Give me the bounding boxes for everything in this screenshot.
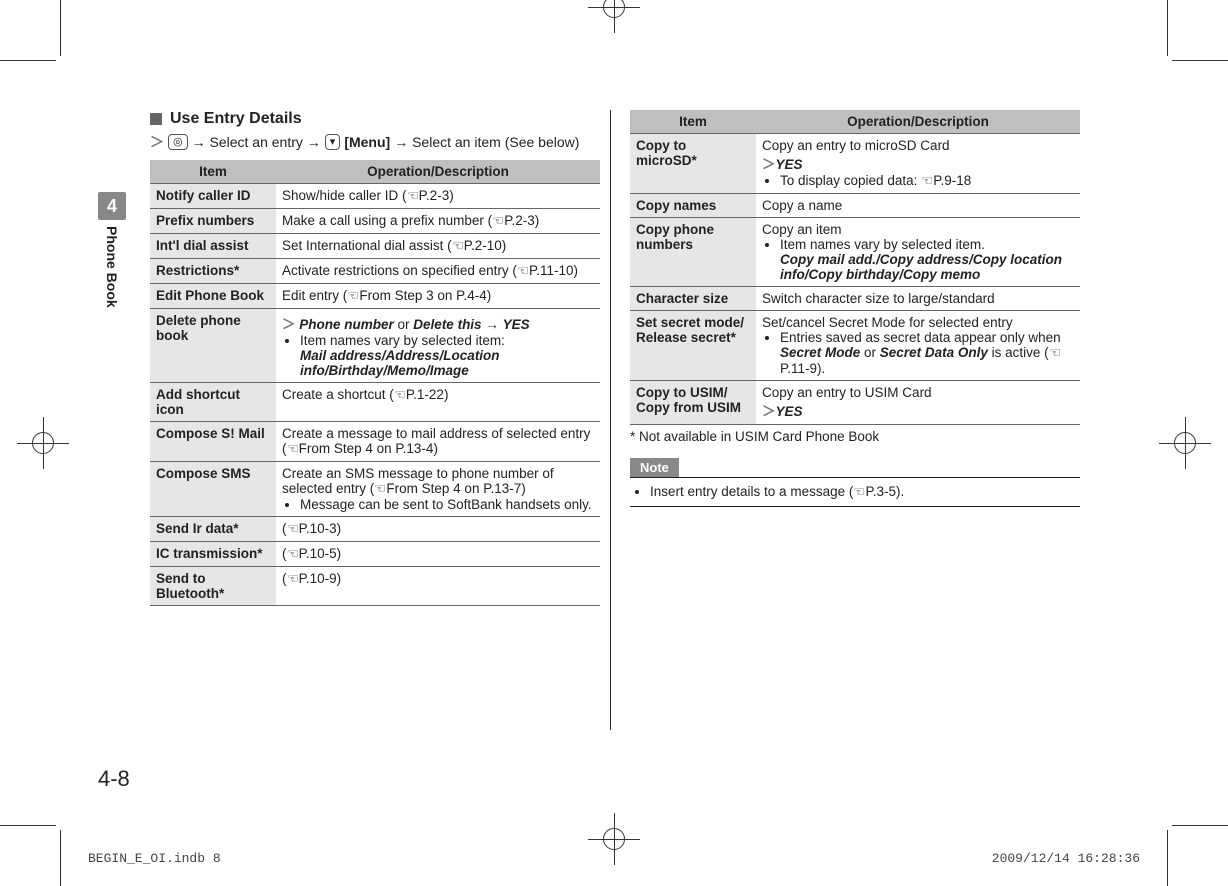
desc-cell: Copy an entry to microSD Card ＞YES To di…	[756, 134, 1080, 194]
table-row: Send Ir data*(☞P.10-3)	[150, 517, 600, 542]
table-row: Copy to USIM/ Copy from USIM Copy an ent…	[630, 381, 1080, 425]
pointer-icon: ☞	[517, 263, 529, 279]
nav-text: → Select an entry →	[192, 134, 321, 150]
desc-cell: Make a call using a prefix number (☞P.2-…	[276, 209, 600, 234]
item-cell: Copy phone numbers	[630, 218, 756, 287]
desc-cell: (☞P.10-9)	[276, 567, 600, 606]
item-cell: Int'l dial assist	[150, 234, 276, 259]
desc-cell: Copy an entry to USIM Card ＞YES	[756, 381, 1080, 425]
desc-cell: (☞P.10-5)	[276, 542, 600, 567]
pointer-icon: ☞	[1049, 345, 1061, 361]
item-cell: Set secret mode/ Release secret*	[630, 311, 756, 381]
pointer-icon: ☞	[287, 441, 299, 457]
table-row: Restrictions*Activate restrictions on sp…	[150, 259, 600, 284]
desc-cell: ＞ Phone number or Delete this → YES Item…	[276, 309, 600, 383]
note-label: Note	[630, 458, 679, 477]
table-row: Character size Switch character size to …	[630, 287, 1080, 311]
desc-cell: Set/cancel Secret Mode for selected entr…	[756, 311, 1080, 381]
desc-cell: Activate restrictions on specified entry…	[276, 259, 600, 284]
table-row: Notify caller IDShow/hide caller ID (☞P.…	[150, 184, 600, 209]
table-row: IC transmission*(☞P.10-5)	[150, 542, 600, 567]
desc-cell: Show/hide caller ID (☞P.2-3)	[276, 184, 600, 209]
item-cell: Copy names	[630, 194, 756, 218]
table-row: Compose S! Mail Create a message to mail…	[150, 422, 600, 462]
item-cell: Character size	[630, 287, 756, 311]
table-row: Edit Phone BookEdit entry (☞From Step 3 …	[150, 284, 600, 309]
pointer-icon: ☞	[347, 288, 359, 304]
col-header-desc: Operation/Description	[756, 110, 1080, 134]
pointer-icon: ☞	[407, 188, 419, 204]
pointer-icon: ☞	[287, 546, 299, 562]
desc-cell: Copy an item Item names vary by selected…	[756, 218, 1080, 287]
desc-cell: (☞P.10-3)	[276, 517, 600, 542]
pointer-icon: ☞	[287, 571, 299, 587]
page-number: 4-8	[98, 766, 130, 792]
pointer-icon: ☞	[921, 173, 933, 189]
table-row: Compose SMS Create an SMS message to pho…	[150, 462, 600, 517]
item-cell: IC transmission*	[150, 542, 276, 567]
reference-table-right: Item Operation/Description Copy to micro…	[630, 110, 1080, 425]
table-row: Send to Bluetooth*(☞P.10-9)	[150, 567, 600, 606]
item-cell: Compose SMS	[150, 462, 276, 517]
pointer-icon: ☞	[374, 481, 386, 497]
pointer-icon: ☞	[287, 521, 299, 537]
item-cell: Delete phone book	[150, 309, 276, 383]
desc-cell: Create a message to mail address of sele…	[276, 422, 600, 462]
item-cell: Restrictions*	[150, 259, 276, 284]
navigation-steps: ＞ ◎ → Select an entry → ▾ [Menu] → Selec…	[150, 132, 600, 152]
item-cell: Send to Bluetooth*	[150, 567, 276, 606]
item-cell: Copy to USIM/ Copy from USIM	[630, 381, 756, 425]
item-cell: Compose S! Mail	[150, 422, 276, 462]
menu-label: [Menu]	[344, 134, 390, 150]
nav-text: → Select an item (See below)	[394, 134, 579, 150]
desc-cell: Copy a name	[756, 194, 1080, 218]
desc-cell: Edit entry (☞From Step 3 on P.4-4)	[276, 284, 600, 309]
item-cell: Edit Phone Book	[150, 284, 276, 309]
desc-cell: Set International dial assist (☞P.2-10)	[276, 234, 600, 259]
col-header-item: Item	[630, 110, 756, 134]
table-row: Copy names Copy a name	[630, 194, 1080, 218]
col-header-desc: Operation/Description	[276, 160, 600, 184]
desc-cell: Create a shortcut (☞P.1-22)	[276, 383, 600, 422]
print-footer: BEGIN_E_OI.indb 8 2009/12/14 16:28:36	[88, 851, 1140, 866]
table-row: Copy to microSD* Copy an entry to microS…	[630, 134, 1080, 194]
footer-right: 2009/12/14 16:28:36	[992, 851, 1140, 866]
desc-cell: Switch character size to large/standard	[756, 287, 1080, 311]
table-row: Copy phone numbers Copy an item Item nam…	[630, 218, 1080, 287]
table-row: Set secret mode/ Release secret* Set/can…	[630, 311, 1080, 381]
chevron-icon: ＞	[150, 132, 164, 152]
table-row: Add shortcut iconCreate a shortcut (☞P.1…	[150, 383, 600, 422]
table-row: Delete phone book ＞ Phone number or Dele…	[150, 309, 600, 383]
item-cell: Send Ir data*	[150, 517, 276, 542]
left-column: Use Entry Details ＞ ◎ → Select an entry …	[150, 110, 600, 606]
table-row: Prefix numbersMake a call using a prefix…	[150, 209, 600, 234]
section-heading: Use Entry Details	[170, 110, 302, 128]
pointer-icon: ☞	[452, 238, 464, 254]
square-bullet-icon	[150, 113, 162, 125]
table-row: Int'l dial assistSet International dial …	[150, 234, 600, 259]
footnote: * Not available in USIM Card Phone Book	[630, 429, 1080, 444]
item-cell: Notify caller ID	[150, 184, 276, 209]
chapter-tab: 4 Phone Book	[98, 192, 130, 308]
col-header-item: Item	[150, 160, 276, 184]
item-cell: Copy to microSD*	[630, 134, 756, 194]
footer-left: BEGIN_E_OI.indb 8	[88, 851, 221, 866]
chapter-number: 4	[98, 192, 126, 220]
note-box: Note Insert entry details to a message (…	[630, 458, 1080, 507]
pointer-icon: ☞	[492, 213, 504, 229]
reference-table-left: Item Operation/Description Notify caller…	[150, 160, 600, 606]
menu-key-icon: ▾	[325, 134, 341, 150]
chapter-label: Phone Book	[104, 226, 120, 308]
right-column: Item Operation/Description Copy to micro…	[630, 110, 1080, 606]
pointer-icon: ☞	[853, 484, 865, 500]
pointer-icon: ☞	[394, 387, 406, 403]
nav-key-icon: ◎	[168, 134, 188, 150]
item-cell: Prefix numbers	[150, 209, 276, 234]
item-cell: Add shortcut icon	[150, 383, 276, 422]
column-separator	[610, 110, 611, 730]
desc-cell: Create an SMS message to phone number of…	[276, 462, 600, 517]
